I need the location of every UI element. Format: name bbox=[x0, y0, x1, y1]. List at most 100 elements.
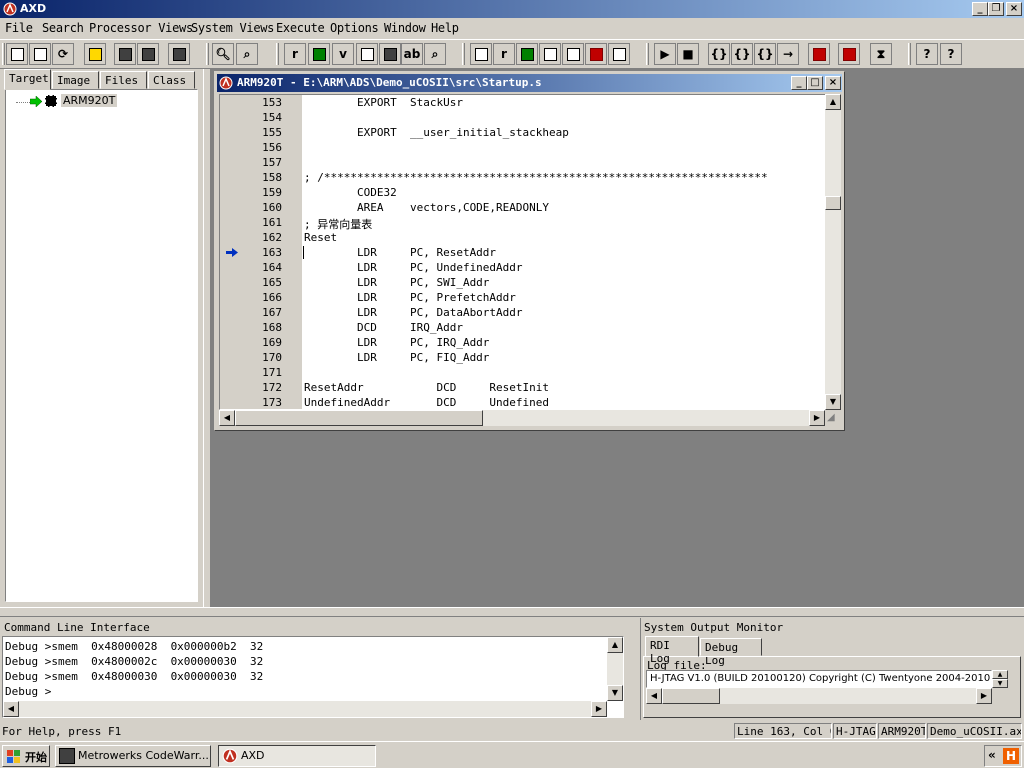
cli-vscroll[interactable]: ▲ ▼ bbox=[607, 637, 623, 701]
code-line[interactable]: 167 LDR PC, DataAbortAddr bbox=[220, 305, 826, 320]
cli-prompt[interactable]: Debug > bbox=[5, 685, 51, 698]
menu-help[interactable]: Help bbox=[431, 21, 459, 35]
tab-debug-log[interactable]: Debug Log bbox=[700, 638, 762, 667]
source-vscroll[interactable]: ▲ ▼ bbox=[825, 94, 841, 410]
child-minimize-button[interactable]: _ bbox=[791, 76, 807, 90]
registers-view-icon[interactable]: r bbox=[284, 43, 306, 65]
child-maximize-button[interactable]: □ bbox=[807, 76, 823, 90]
horizontal-splitter[interactable] bbox=[0, 607, 1024, 617]
log-hscroll-thumb[interactable] bbox=[662, 688, 720, 704]
scroll-left-button[interactable]: ◀ bbox=[219, 410, 235, 426]
cli-scroll-left-button[interactable]: ◀ bbox=[3, 701, 19, 717]
save-all-icon[interactable] bbox=[137, 43, 159, 65]
source-code-area[interactable]: 153 EXPORT StackUsr 154 155 EXPORT __user_… bbox=[219, 94, 827, 410]
scroll-right-button[interactable]: ▶ bbox=[809, 410, 825, 426]
code-line[interactable]: 173 UndefinedAddr DCD Undefined bbox=[220, 395, 826, 409]
tab-files[interactable]: Files bbox=[100, 71, 147, 89]
memory-view-icon[interactable] bbox=[379, 43, 401, 65]
variables-view-icon[interactable]: v bbox=[332, 43, 354, 65]
system-list-icon[interactable] bbox=[539, 43, 561, 65]
log-hscroll[interactable]: ◀ ▶ bbox=[646, 688, 992, 704]
menu-window[interactable]: Window bbox=[384, 21, 426, 35]
save-icon[interactable] bbox=[114, 43, 136, 65]
disassembly-view-icon[interactable]: ab bbox=[401, 43, 423, 65]
tab-rdi-log[interactable]: RDI Log bbox=[645, 636, 699, 665]
log-vscroll[interactable]: ▲ ▼ bbox=[992, 670, 1008, 688]
start-button[interactable]: 开始 bbox=[2, 745, 50, 767]
source-hscroll[interactable]: ◀ ▶ bbox=[219, 410, 825, 426]
print-icon[interactable] bbox=[168, 43, 190, 65]
step-out-icon[interactable]: {} bbox=[754, 43, 776, 65]
code-line[interactable]: 169 LDR PC, IRQ_Addr bbox=[220, 335, 826, 350]
breakpoint-icon[interactable] bbox=[808, 43, 830, 65]
scroll-up-button[interactable]: ▲ bbox=[825, 94, 841, 110]
code-line[interactable]: 171 bbox=[220, 365, 826, 380]
reload-image-button[interactable] bbox=[29, 43, 51, 65]
find-icon[interactable]: 🔍︎ bbox=[212, 43, 234, 65]
stop-icon[interactable]: ■ bbox=[677, 43, 699, 65]
log-scroll-down-button[interactable]: ▼ bbox=[992, 679, 1008, 688]
system-table-icon[interactable] bbox=[585, 43, 607, 65]
code-line[interactable]: 165 LDR PC, SWI_Addr bbox=[220, 275, 826, 290]
run-icon[interactable]: ▶ bbox=[654, 43, 676, 65]
code-line[interactable]: 163 LDR PC, ResetAddr bbox=[220, 245, 826, 260]
task-codewarrior[interactable]: Metrowerks CodeWarr... bbox=[55, 745, 211, 767]
code-line[interactable]: 162 Reset bbox=[220, 230, 826, 245]
code-line[interactable]: 168 DCD IRQ_Addr bbox=[220, 320, 826, 335]
menu-search[interactable]: Search bbox=[42, 21, 84, 35]
tab-class[interactable]: Class bbox=[148, 71, 195, 89]
system-registers-icon[interactable] bbox=[470, 43, 492, 65]
code-line[interactable]: 153 EXPORT StackUsr bbox=[220, 95, 826, 110]
tab-target[interactable]: Target bbox=[4, 69, 51, 90]
log-scroll-up-button[interactable]: ▲ bbox=[992, 670, 1008, 679]
code-line[interactable]: 155 EXPORT __user_initial_stackheap bbox=[220, 125, 826, 140]
hjtag-tray-icon[interactable]: H bbox=[1003, 748, 1019, 764]
code-line[interactable]: 172 ResetAddr DCD ResetInit bbox=[220, 380, 826, 395]
context-help-icon[interactable]: ? bbox=[940, 43, 962, 65]
code-line[interactable]: 166 LDR PC, PrefetchAddr bbox=[220, 290, 826, 305]
watchpoint-icon[interactable] bbox=[838, 43, 860, 65]
vertical-splitter[interactable] bbox=[203, 69, 211, 607]
hourglass-icon[interactable]: ⧗ bbox=[870, 43, 892, 65]
cli-scroll-down-button[interactable]: ▼ bbox=[607, 685, 623, 701]
child-close-button[interactable]: × bbox=[825, 76, 841, 90]
menu-file[interactable]: File bbox=[5, 21, 33, 35]
vscroll-thumb[interactable] bbox=[825, 196, 841, 210]
menu-processor-views[interactable]: Processor Views bbox=[89, 21, 193, 35]
help-icon[interactable]: ? bbox=[916, 43, 938, 65]
close-button[interactable]: × bbox=[1006, 2, 1022, 16]
code-line[interactable]: 158 ; /**********************************… bbox=[220, 170, 826, 185]
log-scroll-left-button[interactable]: ◀ bbox=[646, 688, 662, 704]
find-next-icon[interactable]: ⌕ bbox=[236, 43, 258, 65]
code-line[interactable]: 161; 异常向量表 bbox=[220, 215, 826, 231]
system-output-icon[interactable] bbox=[608, 43, 630, 65]
tray-expand-icon[interactable]: « bbox=[988, 748, 996, 762]
menu-options[interactable]: Options bbox=[330, 21, 379, 35]
open-folder-icon[interactable] bbox=[84, 43, 106, 65]
tab-image[interactable]: Image bbox=[52, 71, 99, 89]
code-line[interactable]: 164 LDR PC, UndefinedAddr bbox=[220, 260, 826, 275]
code-line[interactable]: 156 bbox=[220, 140, 826, 155]
cli-hscroll[interactable]: ◀ ▶ bbox=[3, 701, 607, 717]
code-line[interactable]: 157 bbox=[220, 155, 826, 170]
restore-button[interactable]: ❐ bbox=[988, 2, 1004, 16]
backtrace-view-icon[interactable] bbox=[356, 43, 378, 65]
log-scroll-right-button[interactable]: ▶ bbox=[976, 688, 992, 704]
resize-grip-icon[interactable]: ◢ bbox=[827, 412, 841, 426]
code-line[interactable]: 154 bbox=[220, 110, 826, 125]
step-in-icon[interactable]: {} bbox=[708, 43, 730, 65]
system-console-icon[interactable] bbox=[562, 43, 584, 65]
code-line[interactable]: 159 CODE32 bbox=[220, 185, 826, 200]
task-axd[interactable]: AXD bbox=[218, 745, 376, 767]
system-r-icon[interactable]: r bbox=[493, 43, 515, 65]
cli-output[interactable]: Debug >smem 0x48000028 0x000000b2 32 Deb… bbox=[2, 636, 624, 718]
log-file-text[interactable]: H-JTAG V1.0 (BUILD 20100120) Copyright (… bbox=[646, 670, 992, 688]
scroll-down-button[interactable]: ▼ bbox=[825, 394, 841, 410]
cli-scroll-right-button[interactable]: ▶ bbox=[591, 701, 607, 717]
refresh-icon[interactable]: ⟳ bbox=[52, 43, 74, 65]
run-to-cursor-icon[interactable]: → bbox=[777, 43, 799, 65]
menu-execute[interactable]: Execute bbox=[276, 21, 325, 35]
step-icon[interactable]: {} bbox=[731, 43, 753, 65]
cli-scroll-up-button[interactable]: ▲ bbox=[607, 637, 623, 653]
hscroll-thumb[interactable] bbox=[235, 410, 483, 426]
